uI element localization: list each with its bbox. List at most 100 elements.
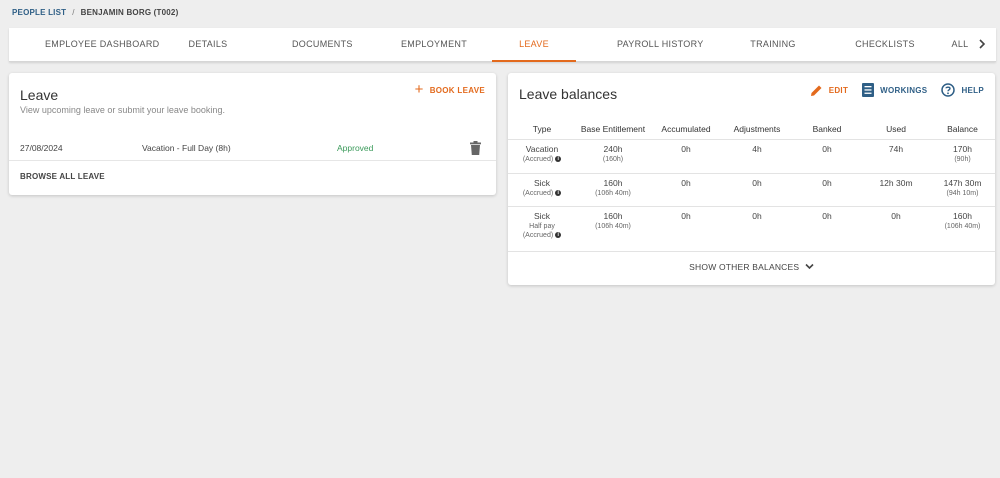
leave-balances-table: Type Base Entitlement Accumulated Adjust… — [508, 119, 995, 252]
leave-card: Leave View upcoming leave or submit your… — [9, 73, 496, 195]
column-header: Accumulated — [650, 119, 722, 140]
show-other-balances-button[interactable]: SHOW OTHER BALANCES — [508, 262, 995, 272]
column-header: Used — [862, 119, 930, 140]
type-sub-text: (Accrued) — [522, 231, 554, 239]
breadcrumb-current: BENJAMIN BORG (T002) — [80, 8, 179, 17]
balance-sub: (94h 10m) — [946, 189, 979, 197]
adjustments-cell: 4h — [722, 139, 792, 174]
workings-button[interactable]: WORKINGS — [862, 83, 927, 97]
base-sub: (160h) — [602, 155, 624, 163]
base-cell: 240h (160h) — [576, 139, 650, 174]
pencil-icon — [810, 85, 822, 96]
table-row: Sick (Accrued) i 160h (106h 40m) 0h 0h 0h … — [508, 173, 995, 207]
type-cell: Sick Half pay (Accrued) i — [508, 206, 576, 252]
table-header-row: Type Base Entitlement Accumulated Adjust… — [508, 119, 995, 140]
balance-value: 160h — [953, 210, 972, 221]
type-sub: (Accrued) i — [508, 189, 576, 197]
workings-label: WORKINGS — [880, 85, 928, 95]
info-icon[interactable]: i — [555, 231, 562, 238]
edit-label: EDIT — [828, 85, 849, 95]
tab-bar: EMPLOYEE DASHBOARD DETAILS DOCUMENTS EMP… — [9, 28, 996, 62]
type-cell: Sick (Accrued) i — [508, 173, 576, 207]
breadcrumb-separator: / — [72, 8, 75, 17]
leave-entry-row[interactable]: 27/08/2024 Vacation - Full Day (8h) Appr… — [9, 135, 496, 161]
help-icon — [941, 83, 956, 97]
balance-cell: 170h (90h) — [930, 139, 995, 174]
help-label: HELP — [961, 85, 984, 95]
used-cell: 74h — [862, 139, 930, 174]
info-icon[interactable]: i — [555, 155, 562, 162]
breadcrumb: PEOPLE LIST / BENJAMIN BORG (T002) — [12, 8, 178, 17]
adjustments-cell: 0h — [722, 206, 792, 252]
banked-cell: 0h — [792, 173, 862, 207]
tab-employment[interactable]: EMPLOYMENT — [401, 28, 467, 62]
base-sub: (106h 40m) — [595, 222, 631, 230]
type-sub-text: (Accrued) — [522, 189, 554, 197]
column-header: Base Entitlement — [576, 119, 650, 140]
balance-cell: 147h 30m (94h 10m) — [930, 173, 995, 207]
leave-entry-type: Vacation - Full Day (8h) — [142, 143, 231, 153]
type-sub: (Accrued) i — [508, 155, 576, 163]
column-header: Balance — [930, 119, 995, 140]
type-name: Sick — [533, 177, 551, 188]
base-value: 160h — [603, 177, 623, 188]
tab-details[interactable]: DETAILS — [185, 28, 231, 62]
leave-entry-status: Approved — [337, 143, 374, 153]
leave-balances-title: Leave balances — [519, 86, 618, 102]
edit-button[interactable]: EDIT — [810, 84, 848, 97]
tab-all[interactable]: ALL — [949, 28, 971, 62]
column-header: Banked — [792, 119, 862, 140]
tab-checklists[interactable]: CHECKLISTS — [855, 28, 915, 62]
banked-cell: 0h — [792, 139, 862, 174]
book-leave-button[interactable]: + BOOK LEAVE — [414, 81, 485, 98]
type-cell: Vacation (Accrued) i — [508, 139, 576, 174]
tab-payroll-history[interactable]: PAYROLL HISTORY — [617, 28, 703, 62]
column-header: Adjustments — [722, 119, 792, 140]
browse-all-leave-link[interactable]: BROWSE ALL LEAVE — [20, 172, 105, 181]
banked-cell: 0h — [792, 206, 862, 252]
leave-entry-date: 27/08/2024 — [20, 143, 63, 153]
used-cell: 12h 30m — [862, 173, 930, 207]
type-name: Vacation — [525, 143, 559, 154]
plus-icon: + — [414, 81, 424, 98]
adjustments-cell: 0h — [722, 173, 792, 207]
show-other-balances-label: SHOW OTHER BALANCES — [689, 262, 800, 272]
type-mid: Half pay — [529, 222, 555, 230]
leave-title: Leave — [20, 87, 59, 103]
type-sub-text: (Accrued) — [522, 155, 554, 163]
balances-actions: EDIT WORKINGS HELP — [796, 83, 984, 97]
type-name: Sick — [533, 210, 551, 221]
base-cell: 160h (106h 40m) — [576, 206, 650, 252]
accumulated-cell: 0h — [650, 173, 722, 207]
tab-documents[interactable]: DOCUMENTS — [292, 28, 352, 62]
tab-leave[interactable]: LEAVE — [492, 28, 576, 62]
balance-sub: (106h 40m) — [944, 222, 981, 230]
trash-icon[interactable] — [470, 141, 481, 155]
base-cell: 160h (106h 40m) — [576, 173, 650, 207]
chevron-down-icon — [805, 263, 814, 270]
breadcrumb-people-list[interactable]: PEOPLE LIST — [12, 8, 66, 17]
table-row: Sick Half pay (Accrued) i 160h (106h 40m) … — [508, 206, 995, 252]
balance-value: 147h 30m — [943, 177, 982, 188]
leave-balances-card: Leave balances EDIT WORKINGS HELP Type B… — [508, 73, 995, 285]
balance-value: 170h — [953, 143, 972, 154]
tab-employee-dashboard[interactable]: EMPLOYEE DASHBOARD — [45, 28, 159, 62]
balance-cell: 160h (106h 40m) — [930, 206, 995, 252]
help-button[interactable]: HELP — [941, 83, 984, 97]
accumulated-cell: 0h — [650, 139, 722, 174]
accumulated-cell: 0h — [650, 206, 722, 252]
leave-subtitle: View upcoming leave or submit your leave… — [20, 105, 225, 115]
tab-training[interactable]: TRAINING — [747, 28, 799, 62]
used-cell: 0h — [862, 206, 930, 252]
info-icon[interactable]: i — [555, 189, 562, 196]
balance-sub: (90h) — [954, 155, 971, 163]
book-leave-label: BOOK LEAVE — [429, 85, 485, 95]
column-header: Type — [508, 119, 576, 140]
base-value: 240h — [603, 143, 623, 154]
base-value: 160h — [603, 210, 623, 221]
base-sub: (106h 40m) — [595, 189, 631, 197]
document-list-icon — [862, 83, 875, 97]
chevron-right-icon[interactable] — [976, 38, 988, 52]
type-sub: (Accrued) i — [508, 231, 576, 239]
table-row: Vacation (Accrued) i 240h (160h) 0h 4h 0h … — [508, 139, 995, 174]
